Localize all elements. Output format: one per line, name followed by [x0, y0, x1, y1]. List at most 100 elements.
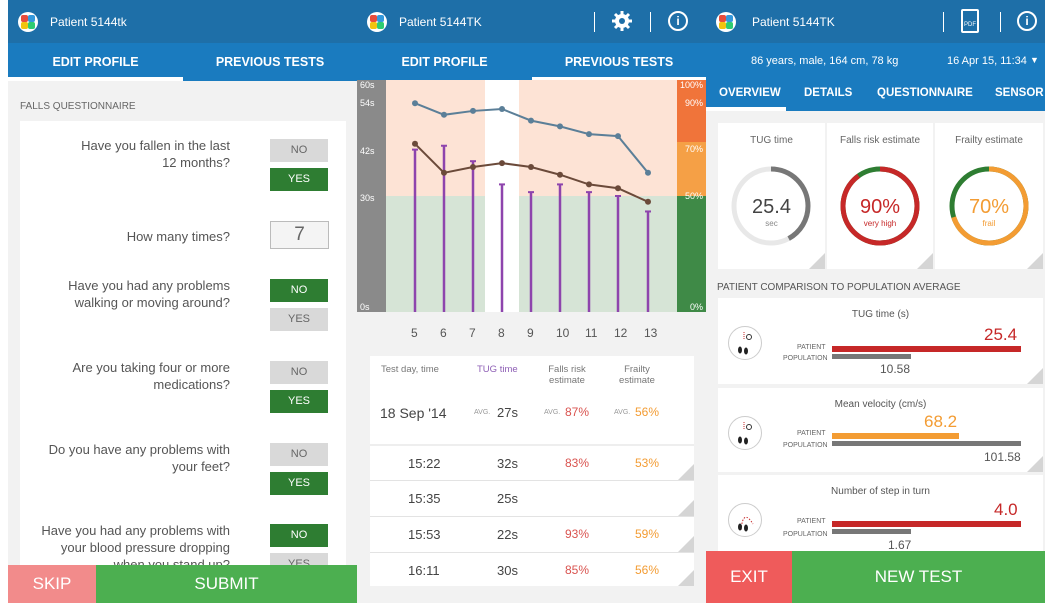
tab-underline [706, 107, 786, 111]
patient-label: PATIENT [797, 518, 826, 525]
table-row[interactable]: 15:35 25s [370, 480, 694, 516]
no-button[interactable]: NO [270, 524, 328, 547]
risk-line-point[interactable] [528, 164, 534, 170]
pdf-icon[interactable]: PDF [961, 9, 979, 33]
risk-line-point[interactable] [557, 171, 563, 178]
tab-questionnaire[interactable]: QUESTIONNAIRE [877, 87, 973, 99]
tug-time-card[interactable]: TUG time 25.4 sec [718, 123, 825, 269]
table-row[interactable]: 15:22 32s 83% 53% [370, 444, 694, 480]
tab-edit-profile[interactable]: EDIT PROFILE [8, 43, 183, 81]
avg-label: AVG. [544, 409, 561, 416]
risk-line-point[interactable] [441, 169, 447, 176]
no-button[interactable]: NO [270, 279, 328, 302]
header-bar: Patient 5144TK PDF i [706, 0, 1045, 43]
yes-button[interactable]: YES [270, 390, 328, 413]
tug-line-point[interactable] [557, 123, 563, 130]
comparison-title: Number of step in turn [831, 486, 930, 497]
patient-id: Patient 5144TK [752, 15, 835, 29]
patient-bar [832, 346, 1021, 352]
submit-button[interactable]: SUBMIT [96, 565, 357, 603]
divider [1000, 12, 1001, 32]
avg-label: AVG. [614, 409, 631, 416]
settings-gear-icon[interactable] [611, 10, 633, 32]
x-tick[interactable]: 10 [556, 326, 569, 340]
no-button[interactable]: NO [270, 361, 328, 384]
card-unit: frail [982, 219, 996, 228]
risk-line-point[interactable] [645, 198, 651, 205]
skip-button[interactable]: SKIP [8, 565, 96, 603]
x-tick[interactable]: 5 [411, 326, 418, 340]
risk-line-point[interactable] [470, 164, 476, 170]
card-corner [1027, 368, 1043, 384]
x-tick[interactable]: 13 [644, 326, 657, 340]
patient-bar [832, 433, 959, 439]
chevron-down-icon[interactable]: ▼ [1030, 55, 1039, 65]
row-frailty: 53% [635, 456, 660, 470]
patient-info: 86 years, male, 164 cm, 78 kg [751, 55, 899, 67]
comparison-velocity[interactable]: Mean velocity (cm/s) PATIENT POPULATION … [718, 388, 1043, 472]
card-unit: very high [863, 219, 897, 228]
info-icon[interactable]: i [668, 11, 688, 31]
tug-line-point[interactable] [615, 133, 621, 140]
tab-previous-tests[interactable]: PREVIOUS TESTS [183, 43, 357, 81]
comparison-title: PATIENT COMPARISON TO POPULATION AVERAGE [717, 282, 961, 293]
row-tug: 25s [497, 491, 518, 506]
patient-label: PATIENT [797, 430, 826, 437]
times-input[interactable]: 7 [270, 221, 329, 249]
right-axis-tick: 70% [685, 144, 703, 154]
tab-details[interactable]: DETAILS [804, 87, 852, 99]
yes-button[interactable]: YES [270, 472, 328, 495]
tab-overview[interactable]: OVERVIEW [719, 87, 781, 99]
x-tick[interactable]: 12 [614, 326, 627, 340]
yes-button[interactable]: YES [270, 308, 328, 331]
x-tick[interactable]: 6 [440, 326, 447, 340]
table-row[interactable]: 16:11 30s 85% 56% [370, 552, 694, 586]
summary-row[interactable]: 18 Sep '14 AVG. 27s AVG. 87% AVG. 56% [370, 396, 694, 444]
tab-bar: OVERVIEW DETAILS QUESTIONNAIRE SENSOR [706, 79, 1045, 111]
yes-button[interactable]: YES [270, 168, 328, 191]
comparison-title: Mean velocity (cm/s) [834, 399, 927, 410]
frailty-card[interactable]: Frailty estimate 70% frail [935, 123, 1043, 269]
tug-line-point[interactable] [412, 100, 418, 107]
history-chart: 60s 54s 42s 30s 0s 100% 90% 70% 50% 0% [357, 80, 706, 312]
question-1: Have you fallen in the last 12 months? [81, 138, 230, 170]
x-tick[interactable]: 9 [527, 326, 534, 340]
tug-line-point[interactable] [528, 117, 534, 124]
info-icon[interactable]: i [1017, 11, 1037, 31]
card-value: 90% [859, 196, 901, 218]
no-button[interactable]: NO [270, 443, 328, 466]
risk-line-point[interactable] [586, 181, 592, 188]
tab-edit-profile[interactable]: EDIT PROFILE [357, 43, 532, 81]
x-tick[interactable]: 11 [585, 326, 597, 340]
patient-id: Patient 5144tk [50, 15, 127, 29]
header-tug-time: TUG time [477, 364, 518, 375]
tab-previous-tests[interactable]: PREVIOUS TESTS [532, 43, 706, 81]
right-axis-tick: 100% [680, 80, 703, 90]
header-falls-risk: Falls risk estimate [548, 364, 586, 386]
population-bar [832, 354, 911, 359]
no-button[interactable]: NO [270, 139, 328, 162]
header-bar: Patient 5144TK i [357, 0, 706, 43]
avg-label: AVG. [474, 409, 491, 416]
table-row[interactable]: 15:53 22s 93% 59% [370, 516, 694, 552]
risk-line-point[interactable] [615, 185, 621, 192]
row-corner [678, 464, 694, 480]
new-test-button[interactable]: NEW TEST [792, 551, 1045, 603]
tug-line-point[interactable] [645, 169, 651, 176]
x-tick[interactable]: 8 [498, 326, 505, 340]
falls-risk-card[interactable]: Falls risk estimate 90% very high [827, 123, 933, 269]
x-tick[interactable]: 7 [469, 326, 476, 340]
tug-line-point[interactable] [499, 106, 505, 112]
tab-sensor[interactable]: SENSOR [995, 87, 1044, 99]
exit-button[interactable]: EXIT [706, 551, 792, 603]
tug-line-point[interactable] [586, 131, 592, 138]
risk-line-point[interactable] [412, 140, 418, 147]
tug-line-point[interactable] [441, 111, 447, 118]
tug-line-point[interactable] [470, 107, 476, 114]
comparison-steps[interactable]: Number of step in turn PATIENT POPULATIO… [718, 475, 1043, 552]
risk-line-point[interactable] [499, 160, 505, 167]
right-axis-tick: 90% [685, 98, 703, 108]
comparison-tug[interactable]: TUG time (s) PATIENT POPULATION 25.4 10.… [718, 298, 1043, 384]
row-falls: 93% [565, 527, 590, 541]
population-value: 10.58 [880, 362, 911, 376]
